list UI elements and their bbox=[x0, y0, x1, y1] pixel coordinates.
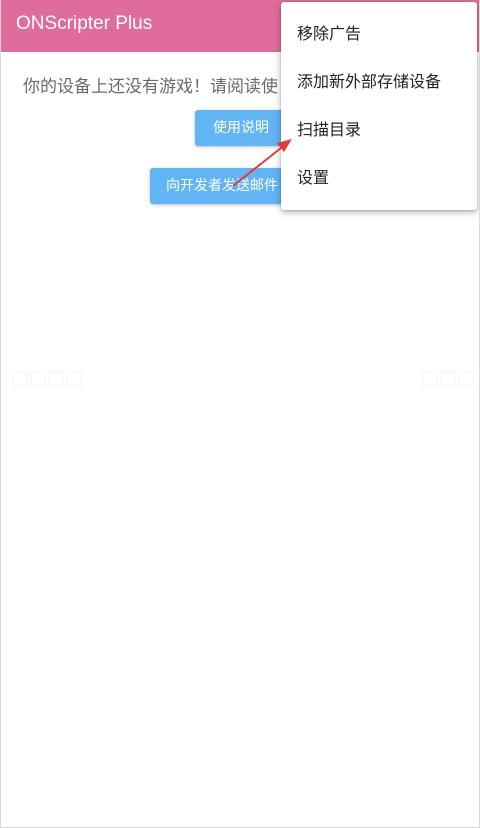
overflow-menu: 移除广告 添加新外部存储设备 扫描目录 设置 bbox=[281, 2, 477, 210]
menu-item-add-external-storage[interactable]: 添加新外部存储设备 bbox=[281, 58, 477, 106]
menu-item-scan-directory[interactable]: 扫描目录 bbox=[281, 106, 477, 154]
menu-item-settings[interactable]: 设置 bbox=[281, 154, 477, 202]
help-button[interactable]: 使用说明 bbox=[195, 110, 287, 146]
app-screen: ONScripter Plus 你的设备上还没有游戏！请阅读使 使用说明 向开发… bbox=[0, 0, 480, 828]
menu-item-remove-ads[interactable]: 移除广告 bbox=[281, 10, 477, 58]
app-title: ONScripter Plus bbox=[16, 13, 153, 34]
empty-library-message: 你的设备上还没有游戏！请阅读使 bbox=[23, 77, 278, 97]
